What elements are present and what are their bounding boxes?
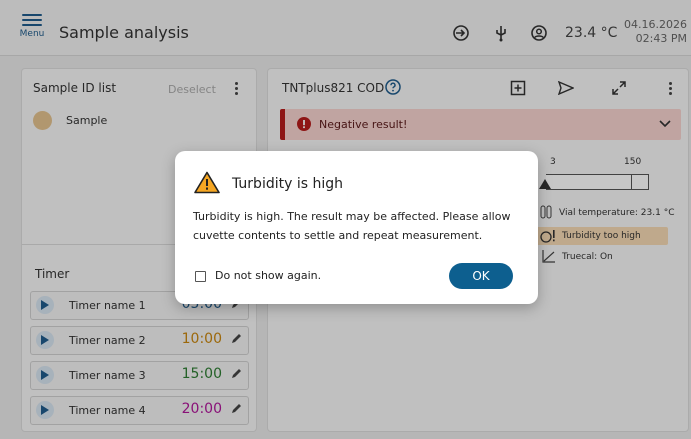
dialog-message: Turbidity is high. The result may be aff… (193, 210, 511, 242)
dialog-title: Turbidity is high (232, 176, 343, 192)
do-not-show-checkbox[interactable] (195, 271, 206, 282)
turbidity-warning-dialog: Turbidity is high Turbidity is high. The… (175, 151, 538, 304)
ok-button[interactable]: OK (449, 263, 513, 289)
warning-icon (194, 171, 220, 194)
do-not-show-label[interactable]: Do not show again. (215, 269, 321, 282)
